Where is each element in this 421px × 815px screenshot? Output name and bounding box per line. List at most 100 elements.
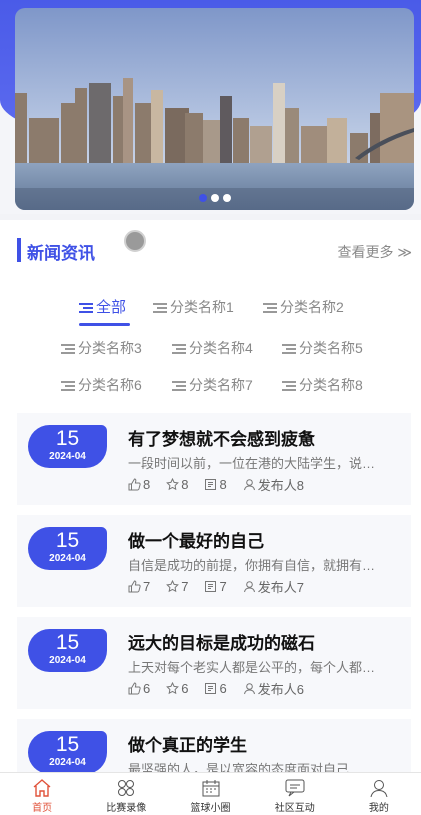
date-badge: 15 2024-04 <box>28 731 107 772</box>
star-icon <box>166 580 180 593</box>
tab-label: 分类名称8 <box>299 377 363 393</box>
document-icon <box>205 479 217 490</box>
like-count-value: 8 <box>143 477 151 492</box>
list-icon <box>282 380 296 391</box>
banner-image <box>15 8 414 210</box>
news-card[interactable]: 15 2024-04 有了梦想就不会感到疲惫 一段时间以前，一位在港的大陆学生，… <box>17 413 411 505</box>
list-icon <box>61 343 75 354</box>
thumbs-up-icon <box>128 580 141 593</box>
author-name: 发布人7 <box>257 580 304 595</box>
active-tab-indicator <box>79 323 130 326</box>
favorite-count[interactable]: 6 <box>166 681 188 696</box>
favorite-count[interactable]: 7 <box>166 579 188 594</box>
tab-label: 全部 <box>96 299 127 316</box>
home-icon <box>33 779 51 797</box>
news-stats: 6 6 6 发布人6 <box>128 679 320 698</box>
date-day: 15 <box>55 631 80 654</box>
carousel-dot[interactable] <box>210 194 219 202</box>
document-icon <box>205 683 217 694</box>
like-count[interactable]: 7 <box>128 579 150 594</box>
favorite-count[interactable]: 8 <box>166 477 188 492</box>
list-icon <box>172 343 186 354</box>
like-count[interactable]: 6 <box>128 681 150 696</box>
tab-basketball-circle[interactable]: 篮球小圈 <box>168 773 252 815</box>
tab-label: 分类名称2 <box>280 299 344 315</box>
news-title: 远大的目标是成功的磁石 <box>128 634 315 653</box>
author-name: 发布人8 <box>257 478 304 493</box>
banner-carousel[interactable] <box>15 8 414 210</box>
tab-community[interactable]: 社区互动 <box>253 773 337 815</box>
tab-category-3[interactable]: 分类名称3 <box>61 338 142 358</box>
tab-category-7[interactable]: 分类名称7 <box>172 375 253 395</box>
star-icon <box>166 682 180 695</box>
tab-category-5[interactable]: 分类名称5 <box>282 338 363 358</box>
tab-label: 篮球小圈 <box>190 803 231 814</box>
news-card[interactable]: 15 2024-04 做个真正的学生 最坚强的人，是以宽容的态度面对自己… <box>17 719 411 772</box>
news-title: 做个真正的学生 <box>128 736 247 755</box>
date-day: 15 <box>55 529 80 552</box>
news-title: 做一个最好的自己 <box>128 532 264 551</box>
tab-match-videos[interactable]: 比赛录像 <box>84 773 168 815</box>
news-card[interactable]: 15 2024-04 远大的目标是成功的磁石 上天对每个老实人都是公平的，每个人… <box>17 617 411 709</box>
list-icon <box>61 380 75 391</box>
list-icon <box>263 302 277 313</box>
news-stats: 8 8 8 发布人8 <box>128 475 320 494</box>
date-year-month: 2024-04 <box>49 451 86 462</box>
tab-label: 分类名称7 <box>189 377 253 393</box>
date-year-month: 2024-04 <box>49 553 86 564</box>
favorite-count-value: 6 <box>181 681 189 696</box>
tab-category-4[interactable]: 分类名称4 <box>172 338 253 358</box>
date-badge: 15 2024-04 <box>28 527 107 570</box>
view-count-value: 6 <box>219 681 227 696</box>
date-year-month: 2024-04 <box>49 757 86 768</box>
tab-label: 我的 <box>368 803 389 814</box>
carousel-dots <box>15 194 414 202</box>
list-icon <box>79 302 93 313</box>
date-badge: 15 2024-04 <box>28 425 107 468</box>
like-count[interactable]: 8 <box>128 477 150 492</box>
news-section-header: 新闻资讯 查看更多 ≫ <box>17 230 412 264</box>
author-name: 发布人6 <box>257 682 304 697</box>
news-summary: 上天对每个老实人都是公平的，每个人都有… <box>128 660 383 675</box>
tab-home[interactable]: 首页 <box>0 773 84 815</box>
title-accent-bar <box>17 238 21 262</box>
date-day: 15 <box>55 427 80 450</box>
news-summary: 自信是成功的前提，你拥有自信，就拥有了… <box>128 558 383 573</box>
author: 发布人8 <box>243 475 304 494</box>
tab-category-8[interactable]: 分类名称8 <box>282 375 363 395</box>
tab-label: 首页 <box>32 803 53 814</box>
list-icon <box>172 380 186 391</box>
list-icon <box>153 302 167 313</box>
carousel-dot[interactable] <box>198 194 207 202</box>
view-more-link[interactable]: 查看更多 ≫ <box>337 242 412 262</box>
tab-category-2[interactable]: 分类名称2 <box>263 297 344 317</box>
view-count: 6 <box>204 681 227 696</box>
tab-label: 社区互动 <box>274 803 315 814</box>
document-icon <box>205 581 217 592</box>
tab-category-6[interactable]: 分类名称6 <box>61 375 142 395</box>
date-day: 15 <box>55 733 80 756</box>
star-icon <box>166 478 180 491</box>
user-icon <box>370 780 388 797</box>
favorite-count-value: 8 <box>181 477 189 492</box>
tab-label: 分类名称4 <box>189 340 253 356</box>
tab-all[interactable]: 全部 <box>79 296 126 317</box>
section-title: 新闻资讯 <box>27 244 95 263</box>
author: 发布人7 <box>243 577 304 596</box>
carousel-dot[interactable] <box>222 194 231 202</box>
news-card[interactable]: 15 2024-04 做一个最好的自己 自信是成功的前提，你拥有自信，就拥有了…… <box>17 515 411 607</box>
news-summary: 最坚强的人，是以宽容的态度面对自己… <box>128 762 363 772</box>
user-icon <box>243 683 255 695</box>
news-stats: 7 7 7 发布人7 <box>128 577 320 596</box>
view-count-value: 7 <box>219 579 227 594</box>
tab-mine[interactable]: 我的 <box>337 773 421 815</box>
grid-icon <box>118 780 135 796</box>
tab-label: 分类名称5 <box>299 340 363 356</box>
user-icon <box>243 479 255 491</box>
view-count: 7 <box>204 579 227 594</box>
thumbs-up-icon <box>128 478 141 491</box>
like-count-value: 6 <box>143 681 151 696</box>
tab-category-1[interactable]: 分类名称1 <box>153 297 234 317</box>
thumbs-up-icon <box>128 682 141 695</box>
date-badge: 15 2024-04 <box>28 629 107 672</box>
